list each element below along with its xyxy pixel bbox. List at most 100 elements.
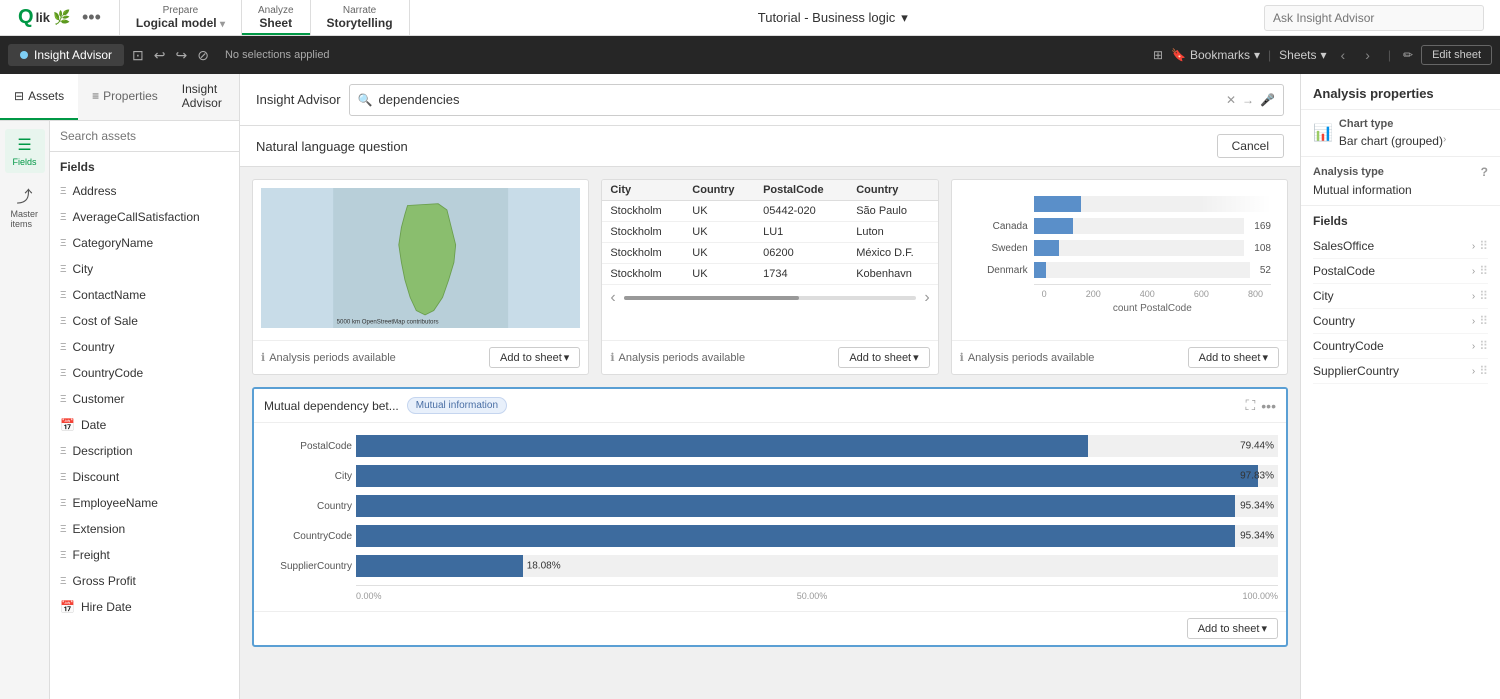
app-title-text: Tutorial - Business logic [758,10,896,25]
chart-type-section: 📊 Chart type Bar chart (grouped) › [1301,110,1500,157]
mutual-bar-row-postal: PostalCode 79.44% [262,435,1278,457]
assets-icon: ⊟ [14,89,24,103]
prev-sheet-btn[interactable]: ‹ [1335,47,1352,63]
add-to-sheet-btn-mutual[interactable]: Add to sheet ▾ [1187,618,1278,639]
drag-handle-icon[interactable]: ⠿ [1479,314,1488,328]
expand-icon[interactable]: ⛶ [1245,397,1255,414]
field-costofsale[interactable]: Ξ Cost of Sale [50,308,239,334]
bookmarks-btn[interactable]: 🔖 Bookmarks ▾ [1171,48,1260,62]
field-row-icons: › ⠿ [1472,364,1488,378]
right-field-country[interactable]: Country › ⠿ [1313,309,1488,334]
right-field-suppliercountry[interactable]: SupplierCountry › ⠿ [1313,359,1488,384]
back-icon[interactable]: ↩ [154,47,166,64]
next-sheet-btn[interactable]: › [1359,47,1376,63]
field-employeename[interactable]: Ξ EmployeeName [50,490,239,516]
tab-assets[interactable]: ⊟ Assets [0,74,78,120]
clear-search-icon[interactable]: ✕ [1226,93,1236,107]
field-contact[interactable]: Ξ ContactName [50,282,239,308]
mutual-dep-card: Mutual dependency bet... Mutual informat… [252,387,1288,647]
field-countrycode[interactable]: Ξ CountryCode [50,360,239,386]
field-city[interactable]: Ξ City [50,256,239,282]
grid-view-icon[interactable]: ⊞ [1153,48,1163,62]
right-panel: Analysis properties 📊 Chart type Bar cha… [1300,74,1500,699]
dropdown-arrow[interactable]: ▾ [564,351,570,364]
qlik-logo: Q lik 🌿 [18,7,68,29]
bar-value: 169 [1254,221,1271,232]
analysis-info-icon[interactable]: ? [1481,165,1488,179]
field-label: AverageCallSatisfaction [73,210,200,224]
nav-analyze[interactable]: Analyze Sheet [242,0,311,35]
table-row: Stockholm UK 1734 Kobenhavn [602,264,937,285]
field-address[interactable]: Ξ Address [50,178,239,204]
bookmark-icon: 🔖 [1171,48,1186,62]
advisor-search-wrap[interactable]: 🔍 ✕ → 🎤 [349,84,1284,116]
cards-row-2: Mutual dependency bet... Mutual informat… [252,387,1288,647]
field-label: Date [81,418,106,432]
nav-narrate[interactable]: Narrate Storytelling [311,0,410,35]
search-assets-input[interactable] [50,121,239,152]
nav-dots-btn[interactable]: ••• [74,7,109,28]
nav-prepare[interactable]: Prepare Logical model ▾ [120,0,242,35]
cancel-btn[interactable]: Cancel [1217,134,1284,158]
field-discount[interactable]: Ξ Discount [50,464,239,490]
field-text-icon: Ξ [60,472,67,483]
advisor-search-input[interactable] [379,92,1220,107]
ask-advisor-input[interactable] [1264,5,1484,31]
field-country[interactable]: Ξ Country [50,334,239,360]
drag-handle-icon[interactable]: ⠿ [1479,339,1488,353]
field-customer[interactable]: Ξ Customer [50,386,239,412]
arrow-icon[interactable]: → [1242,93,1254,107]
right-field-postalcode[interactable]: PostalCode › ⠿ [1313,259,1488,284]
add-to-sheet-btn-bar[interactable]: Add to sheet ▾ [1188,347,1279,368]
dropdown-arrow[interactable]: ▾ [1262,351,1268,364]
dropdown-arrow[interactable]: ▾ [1261,622,1267,635]
edit-sheet-btn[interactable]: Edit sheet [1421,45,1492,65]
fields-nav-item[interactable]: ☰ Fields [5,129,45,173]
field-date[interactable]: 📅 Date [50,412,239,438]
sheets-btn[interactable]: Sheets ▾ [1279,48,1326,62]
add-to-sheet-btn-table[interactable]: Add to sheet ▾ [838,347,929,368]
analysis-period: ℹ Analysis periods available [610,351,745,364]
field-description[interactable]: Ξ Description [50,438,239,464]
right-field-salesoffice[interactable]: SalesOffice › ⠿ [1313,234,1488,259]
app-title[interactable]: Tutorial - Business logic ▾ [758,10,908,26]
mutual-axis-line [356,585,1278,586]
field-avgcall[interactable]: Ξ AverageCallSatisfaction [50,204,239,230]
field-label: Country [73,340,115,354]
field-text-icon: Ξ [60,186,67,197]
selection-icon[interactable]: ⊡ [132,47,144,64]
add-label: Add to sheet [849,352,911,364]
dropdown-arrow[interactable]: ▾ [913,351,919,364]
tab-properties[interactable]: ≡ Properties [78,74,172,120]
insight-advisor-toggle[interactable]: Insight Advisor [8,44,124,66]
drag-handle-icon[interactable]: ⠿ [1479,289,1488,303]
master-items-nav-item[interactable]: ⤴ Master items [5,177,45,235]
forward-icon[interactable]: ↪ [176,47,188,64]
mutual-dep-footer: Add to sheet ▾ [254,611,1286,645]
scroll-right-btn[interactable]: › [924,289,929,307]
clear-icon[interactable]: ⊘ [197,47,209,64]
mutual-dep-title-area: Mutual dependency bet... Mutual informat… [264,397,507,414]
mutual-bar-label: City [262,471,352,482]
fade-overlay [1200,196,1271,212]
more-icon[interactable]: ••• [1261,398,1276,414]
chart-type-arrow[interactable]: › [1443,134,1446,145]
info-icon: ℹ [960,351,964,364]
right-field-city[interactable]: City › ⠿ [1313,284,1488,309]
drag-handle-icon[interactable]: ⠿ [1479,239,1488,253]
edit-icon[interactable]: ✏ [1403,48,1413,62]
chart-type-value[interactable]: Bar chart (grouped) › [1339,134,1446,148]
mic-icon[interactable]: 🎤 [1260,93,1275,107]
drag-handle-icon[interactable]: ⠿ [1479,264,1488,278]
advisor-panel-label[interactable]: Insight Advisor [172,74,239,120]
field-extension[interactable]: Ξ Extension [50,516,239,542]
field-freight[interactable]: Ξ Freight [50,542,239,568]
col-city: City [602,180,684,201]
add-to-sheet-btn-map[interactable]: Add to sheet ▾ [489,347,580,368]
logo-area[interactable]: Q lik 🌿 ••• [8,0,120,35]
field-grossprofit[interactable]: Ξ Gross Profit [50,568,239,594]
field-category[interactable]: Ξ CategoryName [50,230,239,256]
drag-handle-icon[interactable]: ⠿ [1479,364,1488,378]
right-field-countrycode[interactable]: CountryCode › ⠿ [1313,334,1488,359]
field-hiredate[interactable]: 📅 Hire Date [50,594,239,620]
